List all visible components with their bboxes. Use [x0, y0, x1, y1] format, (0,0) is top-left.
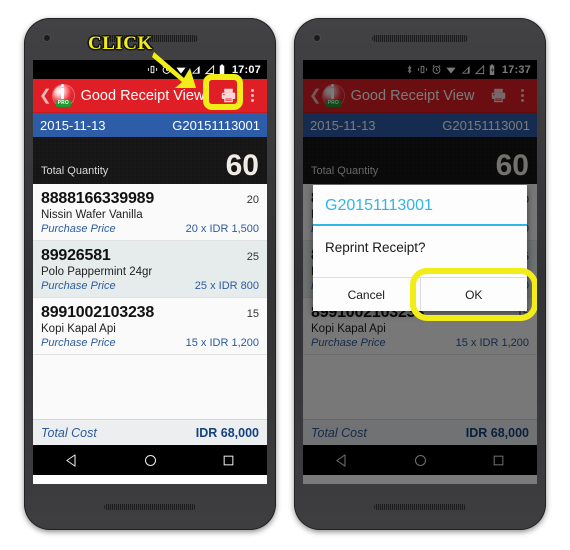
dialog-message: Reprint Receipt? [325, 240, 426, 255]
phone-right-screen: 17:37 ❮ PRO Good Receipt View 2015-11-13… [303, 60, 537, 484]
ok-button-label: OK [465, 287, 483, 302]
receipt-item-list[interactable]: 8888166339989 20 Nissin Wafer Vanilla Pu… [33, 184, 267, 419]
front-camera-icon [314, 35, 320, 41]
overflow-menu-icon[interactable] [241, 89, 261, 102]
click-annotation-label: CLICK [88, 33, 153, 54]
item-name: Kopi Kapal Api [41, 323, 116, 335]
app-logo-pro-badge: PRO [55, 100, 72, 107]
item-price-value: 20 x IDR 1,500 [185, 223, 259, 235]
total-quantity-panel: Total Quantity 60 [33, 137, 267, 184]
item-price-value: 25 x IDR 800 [194, 280, 259, 292]
phone-left-screen: 17:07 ❮ PRO Good Receipt View 2015-11-13… [33, 60, 267, 484]
phone-right: 17:37 ❮ PRO Good Receipt View 2015-11-13… [294, 18, 546, 530]
speaker-grille [374, 504, 466, 510]
battery-icon [219, 64, 225, 75]
front-camera-icon [44, 35, 50, 41]
nav-recents-icon[interactable] [222, 454, 235, 467]
item-price-label: Purchase Price [41, 337, 116, 349]
nav-back-icon[interactable] [65, 453, 80, 468]
total-cost-value: IDR 68,000 [195, 425, 259, 440]
item-name: Polo Pappermint 24gr [41, 266, 153, 278]
reprint-dialog: G20151113001 Reprint Receipt? Cancel OK [313, 185, 537, 321]
list-item[interactable]: 8991002103238 15 Kopi Kapal Api Purchase… [33, 298, 267, 355]
ok-button[interactable]: OK [409, 268, 537, 321]
phone-left: 17:07 ❮ PRO Good Receipt View 2015-11-13… [24, 18, 276, 530]
signal-alt-icon [204, 64, 214, 75]
list-item[interactable]: 8888166339989 20 Nissin Wafer Vanilla Pu… [33, 184, 267, 241]
total-quantity-value: 60 [225, 148, 259, 182]
item-price-value: 15 x IDR 1,200 [185, 337, 259, 349]
earpiece-grille [372, 35, 468, 42]
list-empty-space [33, 355, 267, 419]
receipt-header-bar: 2015-11-13 G20151113001 [33, 112, 267, 137]
item-barcode: 8991002103238 [41, 304, 155, 321]
item-name: Nissin Wafer Vanilla [41, 209, 143, 221]
list-item[interactable]: 89926581 25 Polo Pappermint 24gr Purchas… [33, 241, 267, 298]
speaker-grille [104, 504, 196, 510]
nav-bar [33, 445, 267, 475]
total-quantity-label: Total Quantity [41, 165, 109, 177]
printer-icon [221, 88, 235, 103]
app-logo-icon: PRO [52, 84, 74, 107]
item-barcode: 89926581 [41, 247, 111, 264]
back-caret-icon[interactable]: ❮ [39, 88, 52, 103]
total-cost-label: Total Cost [41, 425, 97, 440]
receipt-number: G20151113001 [172, 117, 260, 133]
item-quantity: 20 [246, 194, 259, 206]
item-quantity: 25 [246, 251, 259, 263]
status-bar-time: 17:07 [231, 63, 261, 76]
item-price-label: Purchase Price [41, 280, 116, 292]
print-button[interactable] [215, 84, 241, 108]
cancel-button[interactable]: Cancel [313, 278, 420, 311]
item-price-label: Purchase Price [41, 223, 116, 235]
total-cost-bar: Total Cost IDR 68,000 [33, 419, 267, 445]
dialog-title: G20151113001 [313, 185, 527, 226]
dialog-button-row: Cancel OK [313, 268, 537, 321]
arrow-down-right-icon [152, 52, 196, 88]
item-quantity: 15 [246, 308, 259, 320]
nav-home-icon[interactable] [143, 453, 158, 468]
receipt-date: 2015-11-13 [40, 117, 106, 133]
item-barcode: 8888166339989 [41, 190, 155, 207]
